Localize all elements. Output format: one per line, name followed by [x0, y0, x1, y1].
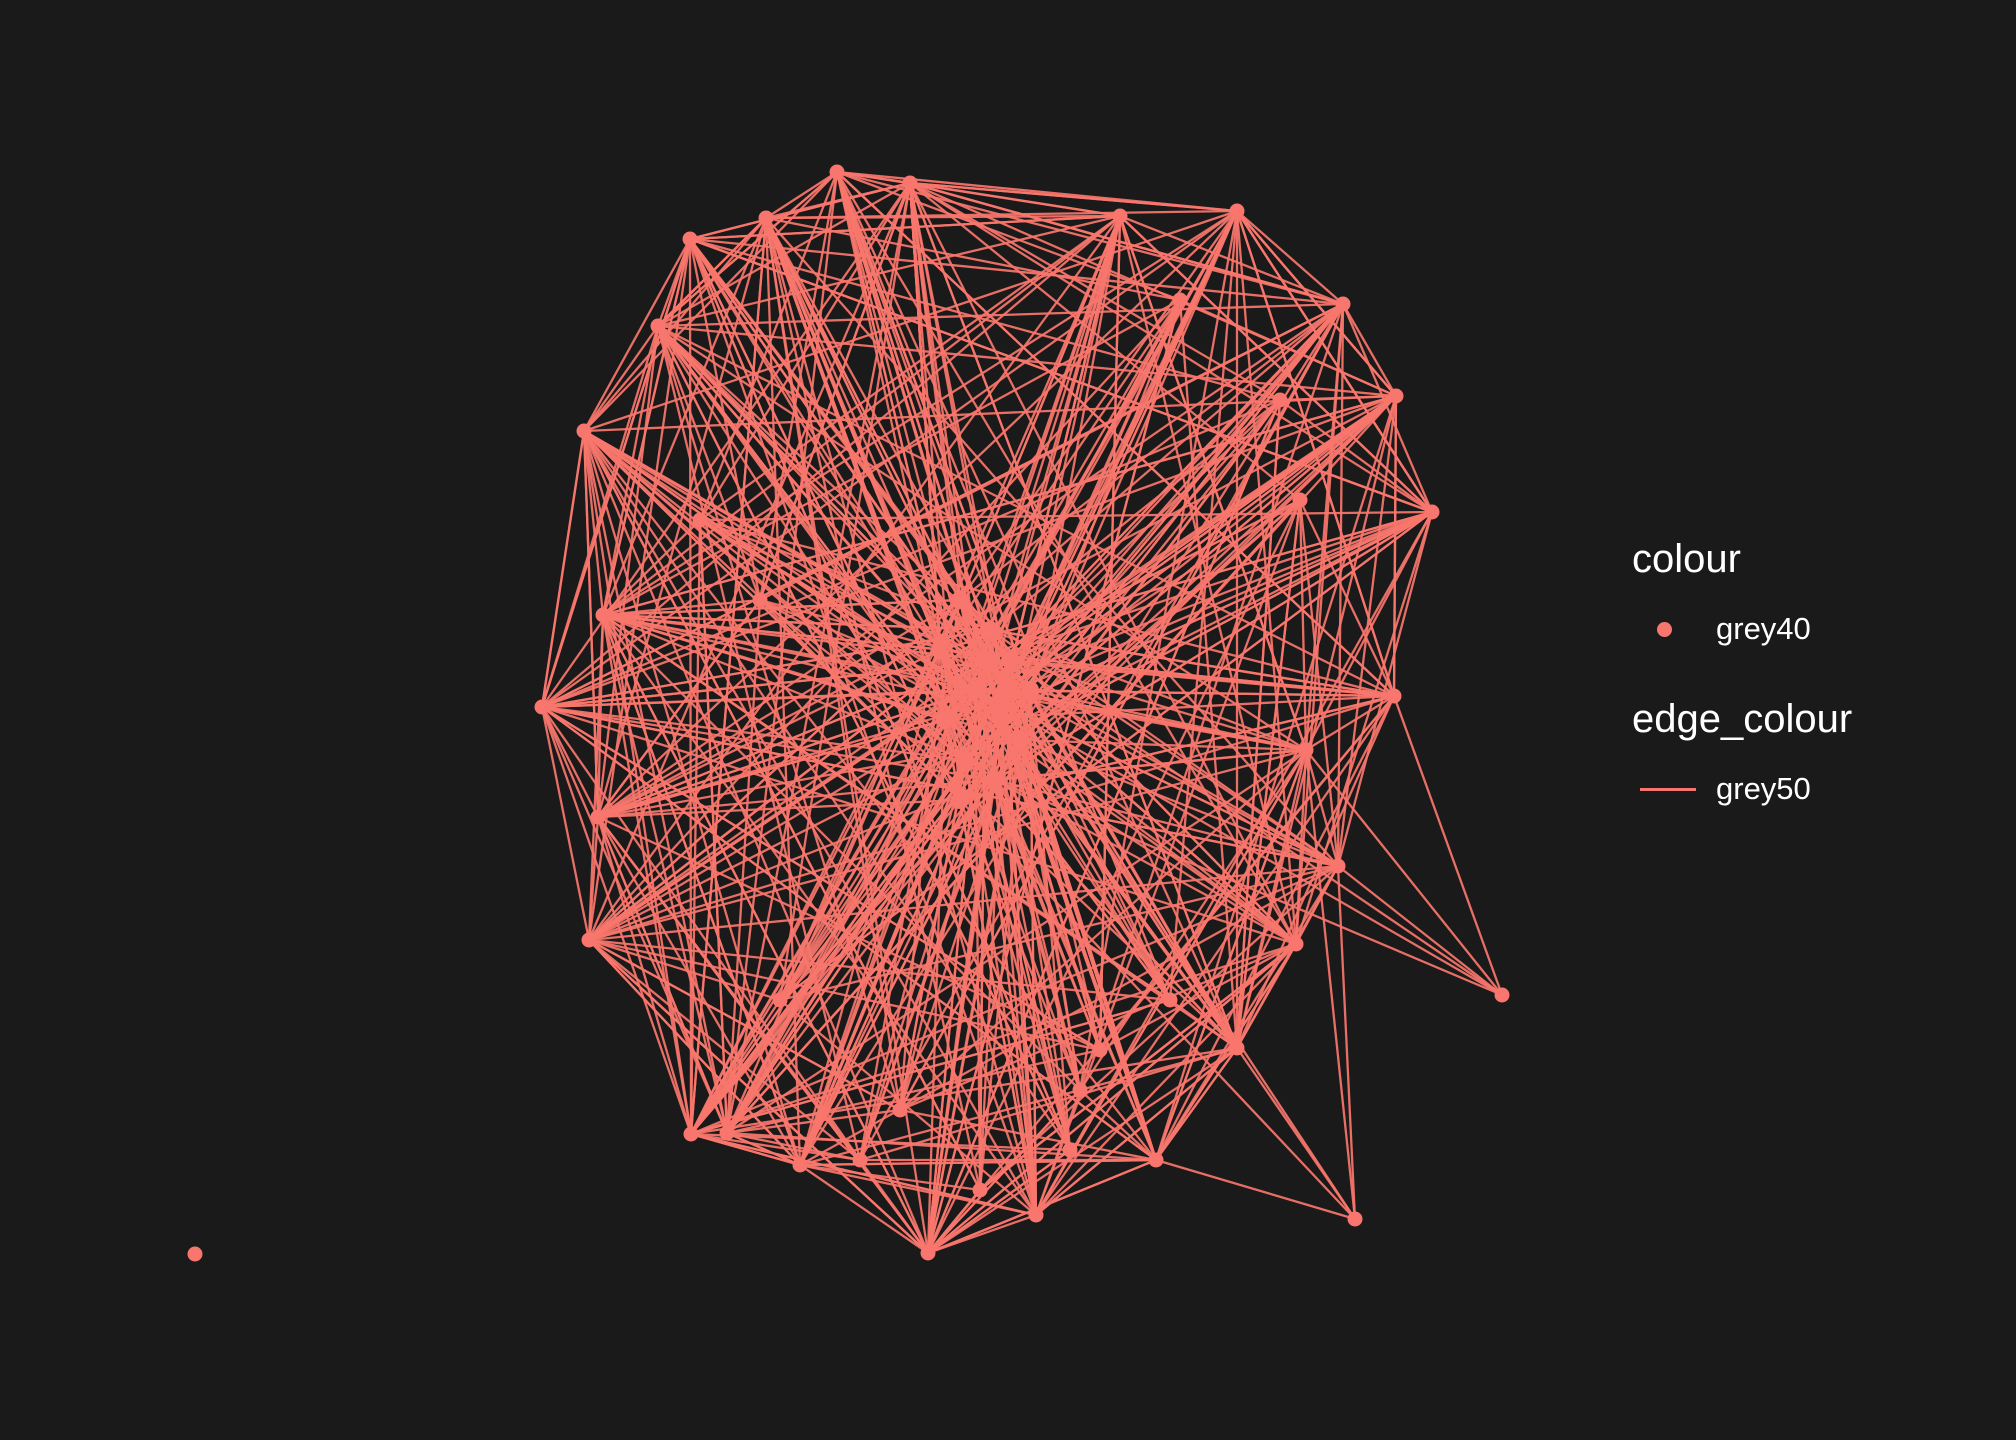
- legend-colour-entry: grey40: [1632, 604, 1852, 654]
- graph-edge: [688, 238, 693, 1135]
- graph-node: [1112, 208, 1128, 224]
- graph-node: [986, 771, 1004, 789]
- graph-node: [931, 641, 949, 659]
- graph-node: [1330, 858, 1346, 874]
- graph-node: [1298, 742, 1314, 758]
- graph-node: [991, 701, 1009, 719]
- graph-node: [1092, 1042, 1108, 1058]
- graph-node: [1386, 688, 1402, 704]
- graph-node: [956, 751, 974, 769]
- graph-edge: [582, 430, 693, 1135]
- graph-edge: [1337, 865, 1503, 996]
- graph-node: [1229, 1040, 1245, 1056]
- graph-node: [650, 318, 666, 334]
- graph-node: [966, 681, 984, 699]
- graph-edge: [540, 430, 586, 708]
- graph-edge: [1336, 395, 1398, 867]
- legend-edge-colour-entry: grey50: [1632, 764, 1852, 814]
- graph-edge: [1336, 865, 1357, 1220]
- graph-edge: [799, 1163, 981, 1192]
- graph-edge: [540, 706, 693, 1135]
- graph-node: [1001, 651, 1019, 669]
- graph-node: [590, 809, 606, 825]
- graph-node: [1028, 1207, 1044, 1223]
- graph-node: [682, 231, 698, 247]
- line-key-icon: [1632, 764, 1702, 814]
- graph-node: [1021, 681, 1039, 699]
- graph-node: [595, 607, 611, 623]
- graph-node: [951, 791, 969, 809]
- graph-node: [576, 423, 592, 439]
- point-key-icon: [1632, 604, 1702, 654]
- legend-colour-label: grey40: [1716, 611, 1811, 646]
- legend-colour-title: colour: [1632, 537, 1741, 581]
- graph-node: [1011, 731, 1029, 749]
- graph-node: [1347, 1211, 1363, 1227]
- legend-colour: colour grey40: [1632, 532, 1852, 654]
- graph-node: [719, 1125, 735, 1141]
- graph-edges: [540, 170, 1504, 1255]
- graph-node: [1388, 388, 1404, 404]
- graph-node: [936, 711, 954, 729]
- graph-node: [1172, 292, 1188, 308]
- graph-node: [1062, 1142, 1078, 1158]
- graph-edge: [1155, 1158, 1356, 1221]
- graph-node: [829, 164, 845, 180]
- graph-node: [951, 591, 969, 609]
- legend-edge-colour: edge_colour grey50: [1632, 692, 1852, 814]
- graph-node: [996, 681, 1014, 699]
- graph-node: [692, 512, 708, 528]
- graph-edge: [1236, 1047, 1356, 1220]
- graph-edge: [540, 706, 729, 1134]
- legend-edge-colour-title: edge_colour: [1632, 697, 1853, 741]
- graph-edge: [1342, 303, 1397, 397]
- graph-node: [752, 592, 768, 608]
- graph-edge: [1392, 695, 1504, 996]
- graph-node: [792, 1157, 808, 1173]
- graph-node: [581, 932, 597, 948]
- graph-node: [1272, 392, 1288, 408]
- graph-edge: [927, 1158, 1157, 1255]
- graph-node: [976, 651, 994, 669]
- graph-node: [892, 1102, 908, 1118]
- graph-node: [758, 210, 774, 226]
- legend: colour grey40 edge_colour grey50: [1632, 532, 1852, 852]
- graph-node: [972, 1182, 988, 1198]
- legend-edge-colour-label: grey50: [1716, 771, 1811, 806]
- graph-node: [534, 699, 550, 715]
- graph-node: [1148, 1152, 1164, 1168]
- graph-node: [902, 175, 918, 191]
- graph-node: [1292, 492, 1308, 508]
- graph-node: [683, 1126, 699, 1142]
- graph-node: [920, 1245, 936, 1261]
- graph-node: [772, 992, 788, 1008]
- graph-edge: [1236, 210, 1433, 513]
- graph-node: [1288, 936, 1304, 952]
- graph-node: [187, 1246, 203, 1262]
- graph-node: [1229, 203, 1245, 219]
- graph-node: [1494, 987, 1510, 1003]
- graph-node: [1162, 992, 1178, 1008]
- graph-node: [981, 621, 999, 639]
- graph-node: [852, 1152, 868, 1168]
- graph-node: [1335, 296, 1351, 312]
- graph-node: [1424, 504, 1440, 520]
- graph-node: [1072, 1082, 1088, 1098]
